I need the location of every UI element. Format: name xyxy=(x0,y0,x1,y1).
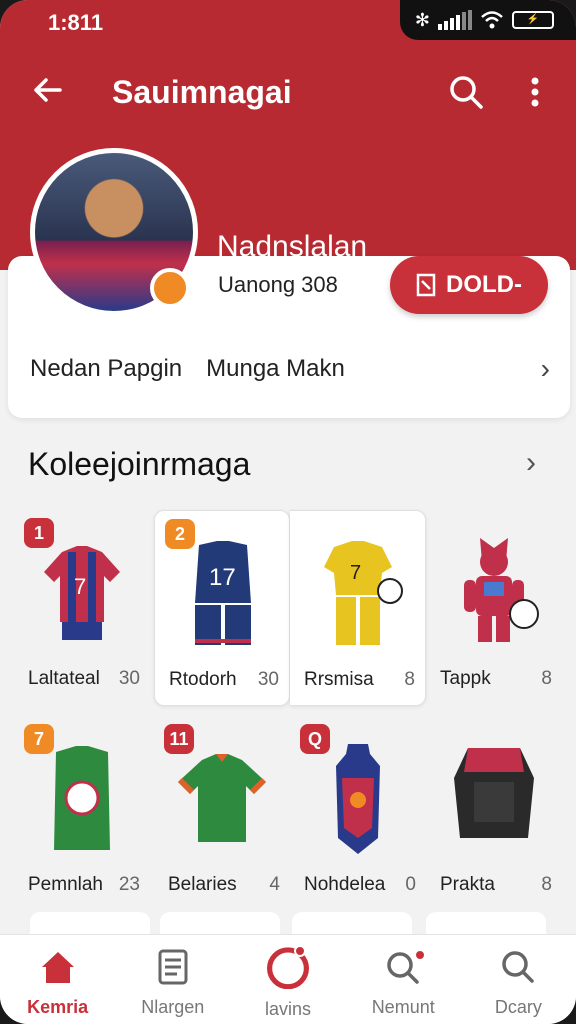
item-name: Nohdelea xyxy=(304,874,386,895)
phone-screen: 1:811 ✻ ⚡ Sauimnagai Nadnslalan Uanong 3… xyxy=(0,0,576,1024)
page-title: Sauimnagai xyxy=(112,74,292,110)
chest-armor-icon xyxy=(454,748,534,838)
jersey-green-orange-icon xyxy=(178,754,266,842)
shield-armor-icon xyxy=(336,744,380,854)
nav-item-center[interactable]: lavins xyxy=(230,935,345,1024)
status-time: 1:811 xyxy=(48,10,104,35)
item-count: 30 xyxy=(118,668,140,689)
gold-button[interactable]: DOLD- xyxy=(390,256,548,314)
item-name: Rrsmisa xyxy=(304,669,374,690)
jersey-red-blue-icon: 7 xyxy=(44,546,120,640)
item-name: Tappk xyxy=(440,668,491,689)
bluetooth-icon: ✻ xyxy=(414,9,430,30)
nav-label: Kemria xyxy=(27,997,89,1017)
svg-text:7: 7 xyxy=(74,574,86,599)
nav-item-home[interactable]: Kemria xyxy=(0,935,115,1024)
item-count: 23 xyxy=(118,874,140,895)
collection-item[interactable]: 1 7 Laltateal 30 xyxy=(14,510,150,706)
nav-label: Nemunt xyxy=(371,997,435,1017)
document-icon xyxy=(158,949,188,985)
wifi-icon xyxy=(481,11,503,29)
profile-info-row[interactable]: Nedan Papgin Munga Makn › xyxy=(30,353,550,384)
nav-item-notifications[interactable]: Nemunt xyxy=(346,935,461,1024)
search-icon xyxy=(502,951,535,983)
kit-yellow-icon: 7 xyxy=(324,541,403,645)
collection-item[interactable]: 7 Rrsmisa 8 xyxy=(290,510,426,706)
nav-item-document[interactable]: Nlargen xyxy=(115,935,230,1024)
signal-icon xyxy=(438,10,472,30)
collection-item[interactable]: Tappk 8 xyxy=(426,510,562,706)
info-row-left: Nedan Papgin xyxy=(30,355,183,382)
nav-label: Dcary xyxy=(494,997,542,1017)
bookmark-icon xyxy=(416,273,436,297)
nav-label: lavins xyxy=(264,999,312,1019)
item-count: 4 xyxy=(269,874,280,895)
more-vertical-icon[interactable] xyxy=(520,72,550,112)
ranking-text: Uanong 308 xyxy=(218,272,338,297)
chevron-right-icon: › xyxy=(540,353,550,384)
item-count: 30 xyxy=(257,669,279,690)
item-name: Prakta xyxy=(440,874,495,895)
nav-item-search[interactable]: Dcary xyxy=(461,935,576,1024)
battery-icon: ⚡ xyxy=(512,11,554,29)
item-count: 8 xyxy=(404,669,415,690)
item-name: Belaries xyxy=(168,874,237,895)
home-icon xyxy=(41,952,74,983)
svg-text:17: 17 xyxy=(209,564,236,591)
collection-title: Koleejoinrmaga xyxy=(28,446,251,482)
collection-item[interactable]: 7 Pemnlah 23 xyxy=(14,716,150,912)
nav-label: Nlargen xyxy=(141,997,205,1017)
robot-figure-icon xyxy=(464,538,539,642)
status-bar: 1:811 ✻ ⚡ xyxy=(0,0,576,44)
collection-item[interactable]: 11 Belaries 4 xyxy=(154,716,290,912)
gold-button-label: DOLD- xyxy=(446,271,522,298)
notification-dot xyxy=(413,949,426,961)
back-arrow-icon[interactable] xyxy=(30,72,66,108)
item-count: 8 xyxy=(541,874,552,895)
avatar-badge-icon xyxy=(150,268,190,308)
bottom-navigation: Kemria Nlargen lavins Nemunt Dcary xyxy=(0,934,576,1024)
item-count: 8 xyxy=(541,668,552,689)
info-row-right: Munga Makn xyxy=(206,355,345,382)
collection-item[interactable]: Prakta 8 xyxy=(426,716,562,912)
item-name: Pemnlah xyxy=(28,874,103,895)
item-name: Laltateal xyxy=(28,668,100,689)
kit-navy-icon: 17 xyxy=(195,541,251,645)
jersey-green-icon xyxy=(54,746,110,850)
section-chevron-right-icon[interactable]: › xyxy=(526,446,536,480)
svg-text:7: 7 xyxy=(350,562,361,584)
collection-item[interactable]: 2 17 Rtodorh 30 xyxy=(154,510,290,706)
item-count: 0 xyxy=(405,874,416,895)
search-icon[interactable] xyxy=(446,72,486,112)
status-icons: ✻ ⚡ xyxy=(400,0,576,40)
collection-item[interactable]: Q Nohdelea 0 xyxy=(290,716,426,912)
item-name: Rtodorh xyxy=(169,669,237,690)
